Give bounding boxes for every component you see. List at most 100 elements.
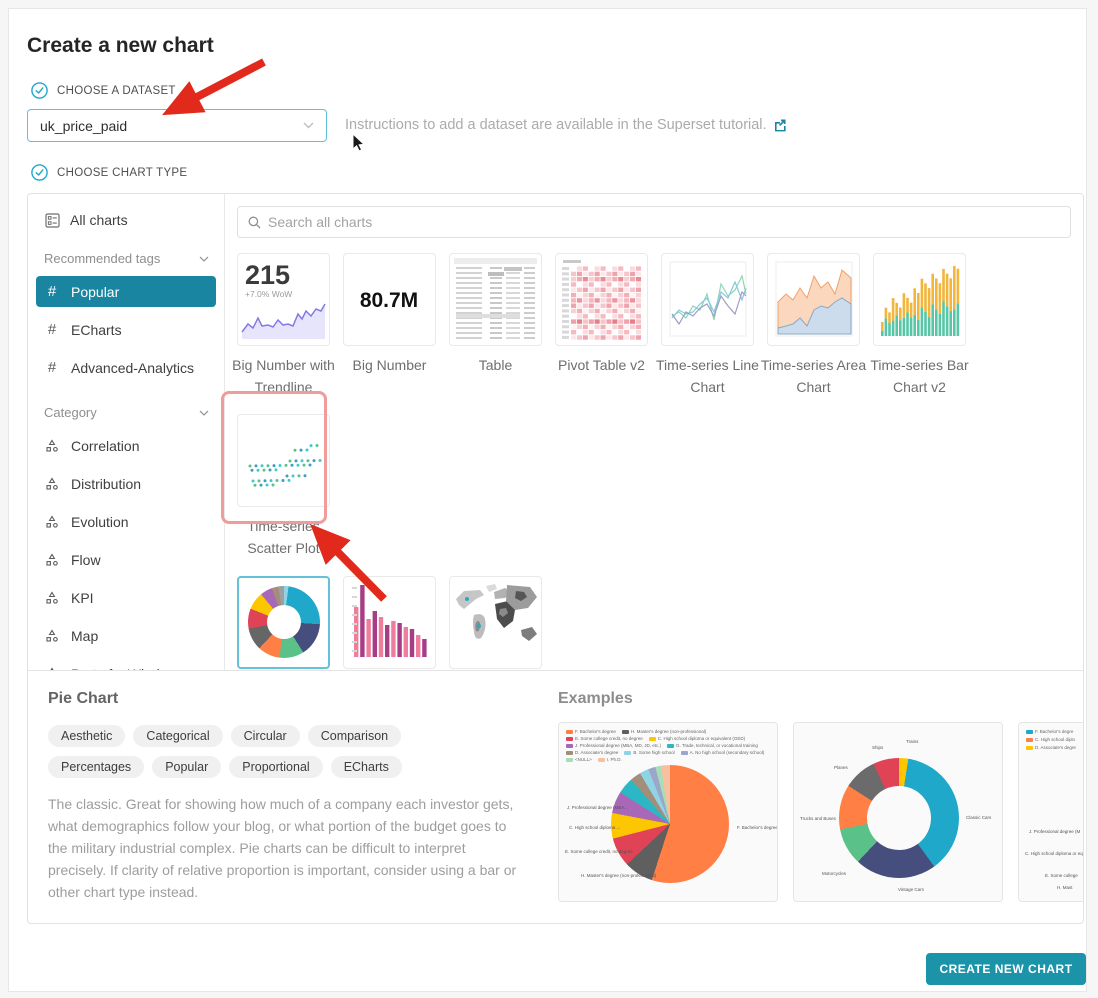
sidebar-item-label: Advanced-Analytics [71, 360, 194, 376]
instructions-text: Instructions to add a dataset are availa… [345, 117, 767, 133]
create-chart-modal: Create a new chart CHOOSE A DATASET uk_p… [8, 8, 1087, 992]
legend-item: D. Associate's degre [1026, 745, 1083, 750]
dataset-select[interactable]: uk_price_paid [27, 109, 327, 142]
tag-pill[interactable]: ECharts [331, 756, 402, 778]
legend-label: F. Bachelor's degree [575, 729, 616, 734]
world-map-thumbnail [450, 577, 541, 668]
legend-label: <NULL> [575, 757, 592, 762]
ts-bar-thumbnail [874, 254, 965, 345]
legend-item: C. High school diplo [1026, 737, 1083, 742]
sidebar-item-evolution[interactable]: Evolution [36, 506, 216, 537]
tag-pill[interactable]: Proportional [229, 756, 322, 778]
tag-pill[interactable]: Percentages [48, 756, 144, 778]
tag-pill[interactable]: Circular [231, 725, 300, 747]
example-card-pie: F. Bachelor's degree H. Master's degree (… [558, 722, 778, 902]
external-link-icon[interactable] [773, 118, 787, 132]
chart-search-box[interactable] [237, 206, 1071, 238]
sidebar-item-label: ECharts [71, 322, 122, 338]
legend-chip [598, 758, 605, 762]
donut-slice-label: H. Mast [1057, 885, 1073, 890]
chart-card-label: Pivot Table v2 [543, 355, 660, 377]
legend-chip [622, 730, 629, 734]
legend-chip [566, 737, 573, 741]
chart-card-world-map[interactable] [449, 576, 542, 669]
sidebar-item-advanced-analytics[interactable]: # Advanced-Analytics [36, 352, 216, 383]
example-card-donut: Trains Ships Planes Trucks and Buses Mot… [793, 722, 1003, 902]
tag-pill[interactable]: Popular [152, 756, 221, 778]
sidebar-item-kpi[interactable]: KPI [36, 582, 216, 613]
chart-card-big-number[interactable]: 80.7M [343, 253, 436, 346]
chart-card-ts-scatter[interactable] [237, 414, 330, 507]
sidebar-item-correlation[interactable]: Correlation [36, 430, 216, 461]
category-icon [45, 591, 59, 605]
sidebar-item-label: Flow [71, 552, 101, 568]
chart-description: The classic. Great for showing how much … [48, 793, 520, 903]
legend-chip [681, 751, 688, 755]
svg-text:215: 215 [245, 260, 290, 290]
chevron-down-icon [303, 122, 314, 129]
donut-slice-label: Classic Cars [966, 815, 991, 820]
chart-card-ts-line[interactable] [661, 253, 754, 346]
donut-slice-label: Trucks and Buses [800, 816, 836, 821]
category-icon [45, 477, 59, 491]
pivot-table-thumbnail [556, 254, 647, 345]
big-number-thumbnail: 80.7M [344, 254, 435, 345]
dataset-instructions: Instructions to add a dataset are availa… [345, 117, 787, 133]
sidebar-item-label: Correlation [71, 438, 139, 454]
sidebar-item-popular[interactable]: # Popular [36, 276, 216, 307]
legend-item: E. Some college credit, no degree [566, 736, 643, 741]
category-icon [45, 629, 59, 643]
sidebar-item-flow[interactable]: Flow [36, 544, 216, 575]
chart-card-pie-chart[interactable] [237, 576, 330, 669]
ts-line-thumbnail [662, 254, 753, 345]
legend-chip [667, 744, 674, 748]
dataset-select-value: uk_price_paid [40, 118, 303, 134]
category-icon [45, 553, 59, 567]
sidebar-item-label: Evolution [71, 514, 129, 530]
legend-item: H. Master's degree (non-professional) [622, 729, 706, 734]
chart-card-label: Table [437, 355, 554, 377]
check-circle-icon [31, 82, 48, 99]
sidebar-item-all-charts[interactable]: All charts [36, 204, 216, 236]
example-card-donut-2: F. Bachelor's degre C. High school diplo D… [1018, 722, 1083, 902]
donut-slice-label: J. Professional degree (M [1029, 829, 1080, 834]
pie-slice-label: F. Bachelor's degree [737, 825, 778, 830]
tag-pill[interactable]: Comparison [308, 725, 401, 747]
chart-card-ts-area[interactable] [767, 253, 860, 346]
chart-type-panel: All charts Recommended tags # Popular # … [27, 193, 1084, 924]
legend-item: G. Trade, technical, or vocational train… [667, 743, 758, 748]
sidebar-item-distribution[interactable]: Distribution [36, 468, 216, 499]
chart-card-label: Time-series Bar Chart v2 [861, 355, 978, 398]
donut-slice-label: Ships [872, 745, 883, 750]
legend-chip [624, 751, 631, 755]
chart-card-ts-bar[interactable] [873, 253, 966, 346]
tag-pill[interactable]: Aesthetic [48, 725, 125, 747]
legend-label: D. Associate's degre [1035, 745, 1076, 750]
legend-label: E. Some college credit, no degree [575, 736, 643, 741]
section-label: Category [44, 405, 97, 420]
chart-card-bar-chart[interactable] [343, 576, 436, 669]
chart-card-table[interactable] [449, 253, 542, 346]
legend-item: <NULL> [566, 757, 592, 762]
chart-search-input[interactable] [268, 214, 1060, 230]
sidebar-item-map[interactable]: Map [36, 620, 216, 651]
chart-card-label: Time-series Area Chart [755, 355, 872, 398]
donut-slice-label: Trains [906, 739, 918, 744]
big-number-trendline-thumbnail: 215 +7.0% WoW [238, 254, 329, 345]
legend-label: F. Bachelor's degre [1035, 729, 1073, 734]
section-recommended-tags[interactable]: Recommended tags [28, 236, 224, 269]
create-new-chart-button[interactable]: CREATE NEW CHART [926, 953, 1086, 985]
sidebar-item-echarts[interactable]: # ECharts [36, 314, 216, 345]
legend-chip [566, 758, 573, 762]
chart-card-pivot-table-v2[interactable] [555, 253, 648, 346]
legend-item: B. Some high school [624, 750, 674, 755]
sidebar-item-part-of-a-whole[interactable]: Part of a Whole [36, 658, 216, 670]
legend-chip [1026, 738, 1033, 742]
chart-card-big-number-trendline[interactable]: 215 +7.0% WoW [237, 253, 330, 346]
section-category[interactable]: Category [28, 390, 224, 423]
chart-card-label: Big Number with Trendline [225, 355, 342, 398]
example-donut-chart [839, 758, 959, 878]
sidebar-item-label: Map [71, 628, 98, 644]
tag-pill[interactable]: Categorical [133, 725, 222, 747]
pie-slice-label: J. Professional degree (MBA... [567, 805, 628, 810]
